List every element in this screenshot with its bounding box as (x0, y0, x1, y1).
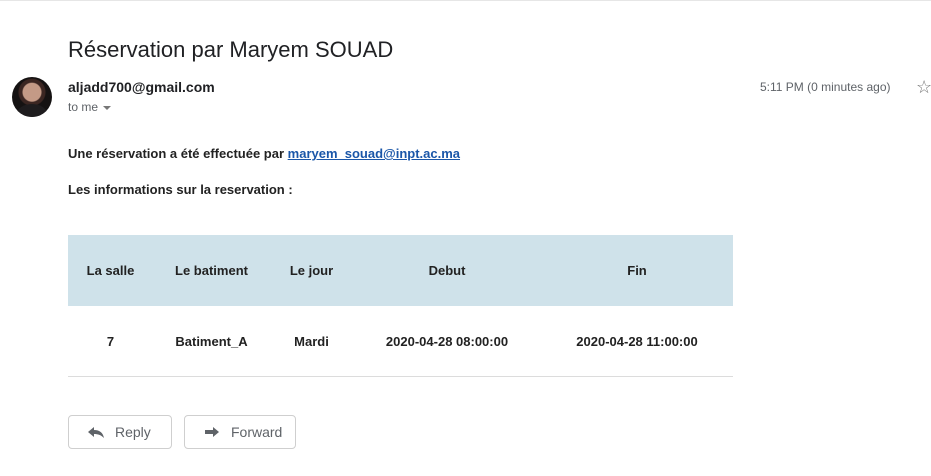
cell-batiment: Batiment_A (153, 306, 270, 377)
reservation-table: La salle Le batiment Le jour Debut Fin 7… (68, 235, 733, 377)
column-header-batiment: Le batiment (153, 235, 270, 306)
sender-avatar[interactable] (12, 77, 52, 117)
body-line-1: Une réservation a été effectuée par mary… (68, 146, 460, 161)
table-row: 7 Batiment_A Mardi 2020-04-28 08:00:00 2… (68, 306, 733, 377)
booker-email-link[interactable]: maryem_souad@inpt.ac.ma (288, 146, 460, 161)
forward-icon (203, 425, 221, 439)
sender-email: aljadd700@gmail.com (68, 79, 215, 95)
email-timestamp: 5:11 PM (0 minutes ago) (760, 80, 891, 94)
recipient-details-toggle[interactable]: to me (68, 100, 112, 114)
body-line-1-text: Une réservation a été effectuée par (68, 146, 288, 161)
column-header-jour: Le jour (270, 235, 353, 306)
table-header-row: La salle Le batiment Le jour Debut Fin (68, 235, 733, 306)
forward-label: Forward (231, 424, 283, 440)
recipient-label: to me (68, 100, 99, 114)
cell-salle: 7 (68, 306, 153, 377)
chevron-down-icon (103, 106, 112, 110)
email-subject: Réservation par Maryem SOUAD (68, 36, 394, 62)
cell-debut: 2020-04-28 08:00:00 (353, 306, 541, 377)
reply-icon (87, 425, 105, 439)
avatar-shoulders (17, 104, 47, 117)
star-icon[interactable]: ☆ (916, 78, 931, 96)
column-header-debut: Debut (353, 235, 541, 306)
body-line-2: Les informations sur la reservation : (68, 182, 293, 197)
column-header-salle: La salle (68, 235, 153, 306)
column-header-fin: Fin (541, 235, 733, 306)
top-divider (0, 0, 931, 1)
cell-jour: Mardi (270, 306, 353, 377)
forward-button[interactable]: Forward (184, 415, 296, 449)
reply-button[interactable]: Reply (68, 415, 172, 449)
reply-label: Reply (115, 424, 151, 440)
cell-fin: 2020-04-28 11:00:00 (541, 306, 733, 377)
